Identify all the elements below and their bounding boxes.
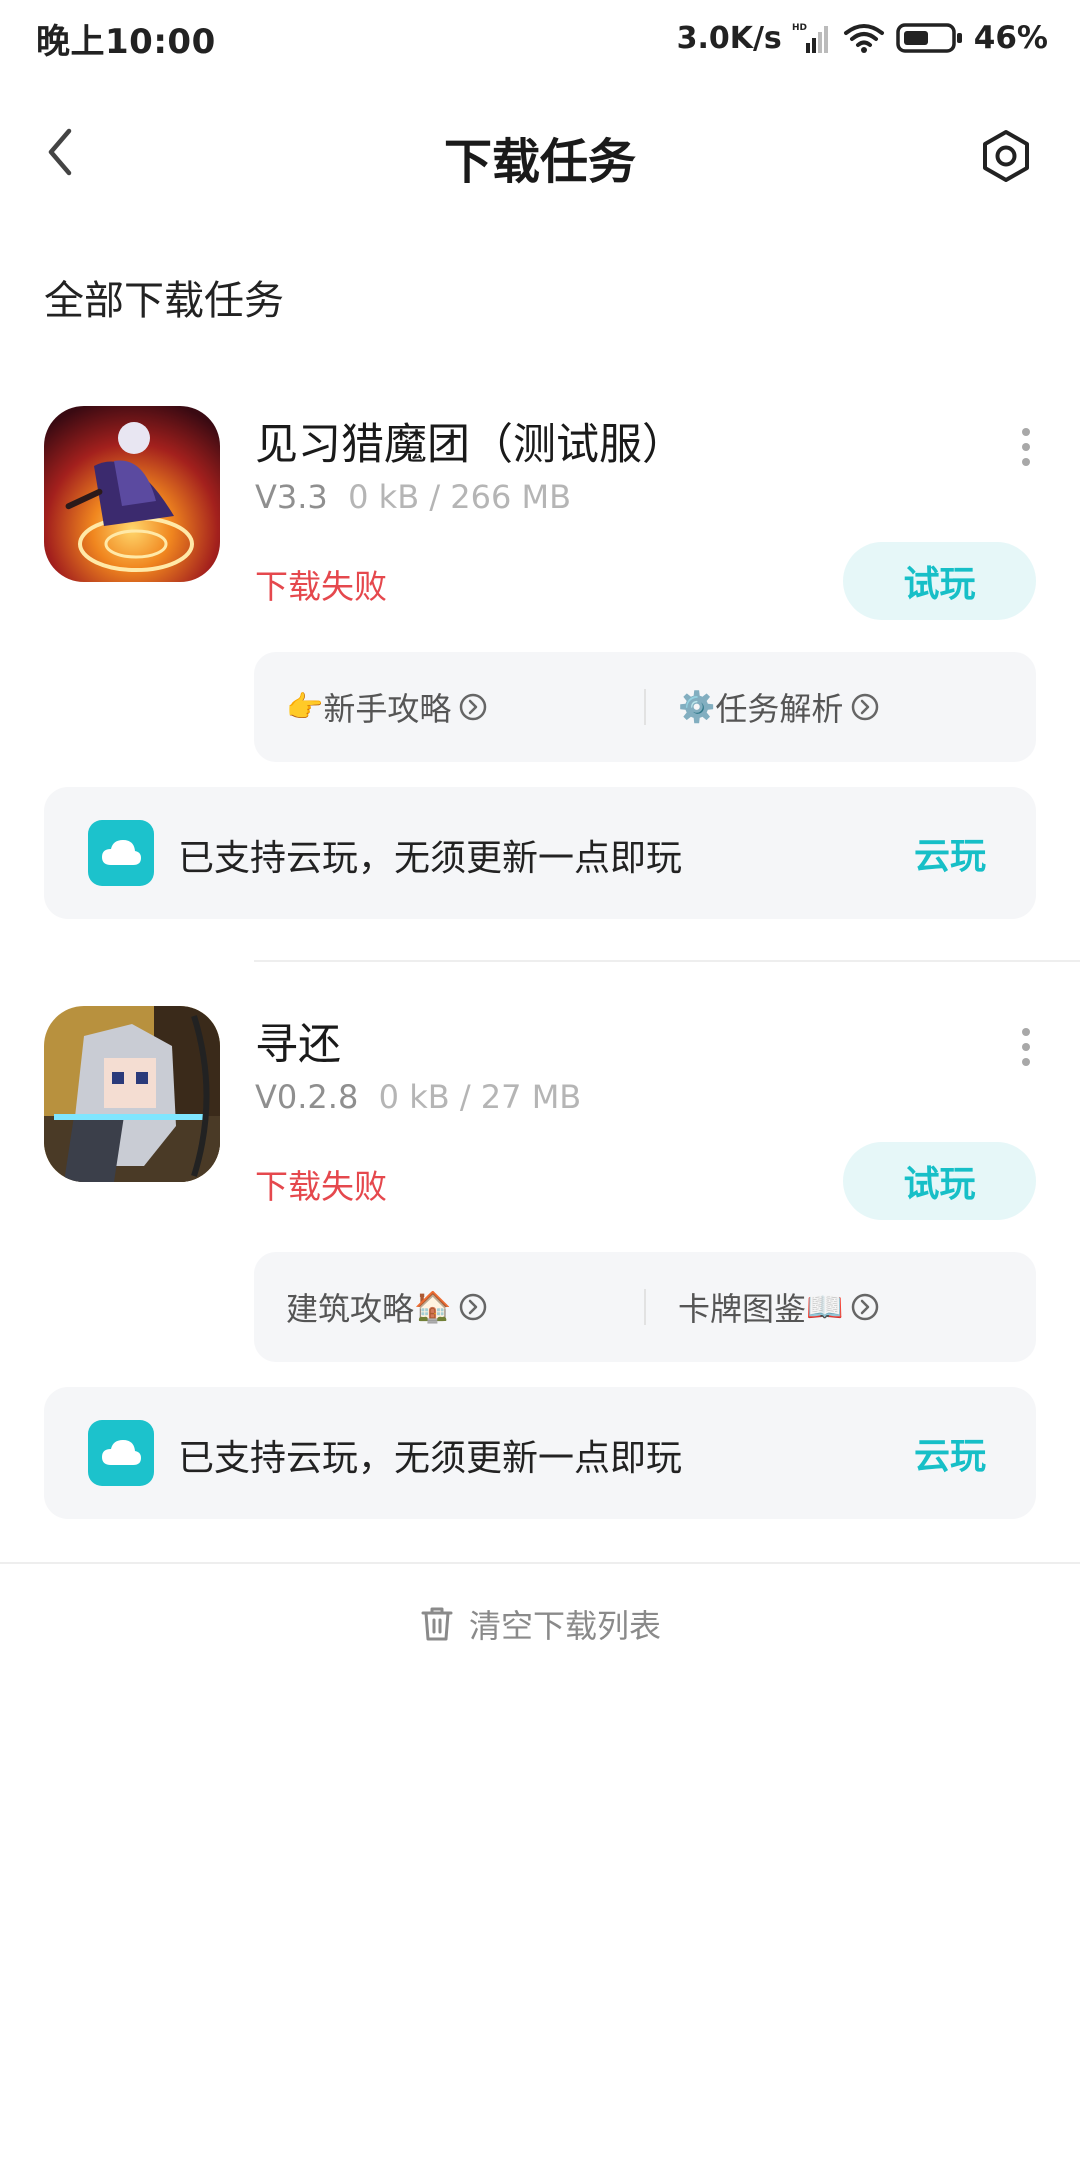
divider: [254, 960, 1080, 962]
section-title: 全部下载任务: [44, 278, 284, 324]
circle-chevron-right-icon: [851, 693, 879, 721]
app-version: V0.2.8: [255, 1078, 359, 1116]
status-indicators: 3.0K/s HD 46%: [677, 20, 1048, 56]
guide-link-quest[interactable]: ⚙️ 任务解析: [646, 652, 1036, 762]
svg-text:HD: HD: [792, 23, 807, 33]
cloud-icon: [88, 1420, 154, 1486]
status-bar: 晚上10:00 3.0K/s HD 46%: [0, 0, 1080, 76]
battery-percent: 46%: [973, 20, 1048, 56]
guide-links: 建筑攻略 🏠 卡牌图鉴 📖: [254, 1252, 1036, 1362]
download-status: 下载失败: [255, 1167, 387, 1206]
app-name: 寻还: [255, 1020, 341, 1070]
dot-icon: [1022, 1028, 1030, 1036]
circle-chevron-right-icon: [851, 1293, 879, 1321]
battery-icon: [896, 22, 964, 54]
network-speed: 3.0K/s: [676, 20, 782, 56]
app-icon[interactable]: [44, 406, 220, 582]
guide-label: 建筑攻略: [286, 1290, 415, 1328]
dot-icon: [1022, 1043, 1030, 1051]
cloud-play-button[interactable]: 云玩: [914, 1427, 986, 1479]
pointing-hand-icon: 👉: [286, 689, 324, 725]
guide-label: 新手攻略: [323, 690, 452, 728]
circle-chevron-right-icon: [459, 1293, 487, 1321]
trash-icon: [421, 1607, 453, 1641]
house-icon: 🏠: [414, 1289, 452, 1325]
clear-download-list-button[interactable]: 清空下载列表: [0, 1594, 1080, 1654]
app-meta: V3.3 0 kB / 266 MB: [255, 478, 571, 516]
hexagon-gear-icon: [983, 130, 1029, 182]
cloud-play-bar[interactable]: 已支持云玩，无须更新一点即玩 云玩: [44, 1387, 1036, 1519]
guide-link-cards[interactable]: 卡牌图鉴 📖: [646, 1252, 1036, 1362]
try-play-button[interactable]: 试玩: [843, 542, 1036, 620]
dot-icon: [1022, 443, 1030, 451]
app-version: V3.3: [255, 478, 328, 516]
settings-button[interactable]: [976, 126, 1036, 186]
circle-chevron-right-icon: [459, 693, 487, 721]
cloud-play-button[interactable]: 云玩: [914, 827, 986, 879]
dot-icon: [1022, 458, 1030, 466]
app-meta: V0.2.8 0 kB / 27 MB: [255, 1078, 581, 1116]
app-icon[interactable]: [44, 1006, 220, 1182]
dot-icon: [1022, 1058, 1030, 1066]
clear-label: 清空下载列表: [468, 1607, 661, 1645]
book-icon: 📖: [806, 1289, 844, 1325]
more-options-button[interactable]: [1010, 422, 1042, 472]
app-name: 见习猎魔团（测试服）: [255, 420, 685, 470]
signal-icon: HD: [792, 21, 832, 55]
download-progress-size: 0 kB / 27 MB: [378, 1078, 582, 1116]
more-options-button[interactable]: [1010, 1022, 1042, 1072]
guide-link-beginner[interactable]: 👉 新手攻略: [254, 652, 644, 762]
guide-link-building[interactable]: 建筑攻略 🏠: [254, 1252, 644, 1362]
download-tasks-screen: 晚上10:00 3.0K/s HD 46% 下载任务 全部下载任务 见习猎魔团（…: [0, 0, 1080, 2160]
page-title: 下载任务: [443, 134, 636, 190]
cloud-play-text: 已支持云玩，无须更新一点即玩: [178, 1438, 683, 1479]
dot-icon: [1022, 428, 1030, 436]
download-progress-size: 0 kB / 266 MB: [348, 478, 572, 516]
download-status: 下载失败: [255, 567, 387, 606]
header: 下载任务: [0, 100, 1080, 204]
guide-label: 任务解析: [715, 690, 844, 728]
gear-icon: ⚙️: [678, 689, 716, 725]
divider: [0, 1562, 1080, 1564]
guide-links: 👉 新手攻略 ⚙️ 任务解析: [254, 652, 1036, 762]
cloud-play-bar[interactable]: 已支持云玩，无须更新一点即玩 云玩: [44, 787, 1036, 919]
cloud-play-text: 已支持云玩，无须更新一点即玩: [178, 838, 683, 879]
status-time: 晚上10:00: [36, 21, 216, 62]
guide-label: 卡牌图鉴: [678, 1290, 807, 1328]
wifi-icon: [842, 21, 886, 55]
cloud-icon: [88, 820, 154, 886]
try-play-button[interactable]: 试玩: [843, 1142, 1036, 1220]
